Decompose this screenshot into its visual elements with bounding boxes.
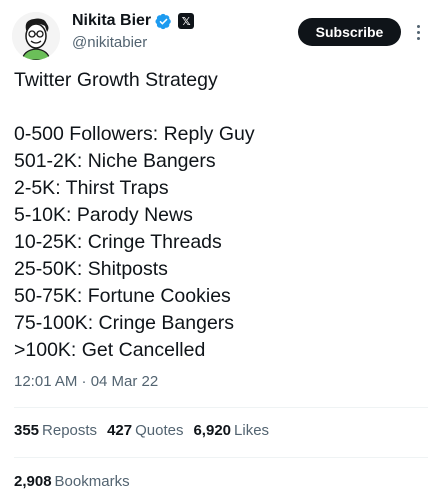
tweet-line: 0-500 Followers: Reply Guy (14, 123, 255, 145)
engagement-stats: 355 Reposts 427 Quotes 6,920 Likes (14, 422, 269, 439)
divider (14, 457, 428, 458)
author-name-row: Nikita Bier 𝕏 (72, 12, 195, 30)
likes-count: 6,920 (193, 422, 232, 439)
likes-stat[interactable]: 6,920 Likes (193, 422, 269, 439)
tweet-timestamp[interactable]: 12:01 AM · 04 Mar 22 (14, 373, 158, 390)
x-affiliate-icon: 𝕏 (178, 13, 195, 29)
quotes-label: Quotes (135, 422, 184, 439)
tweet-line: 501-2K: Niche Bangers (14, 150, 216, 172)
divider (14, 407, 428, 408)
subscribe-button[interactable]: Subscribe (298, 18, 401, 46)
bookmarks-stat[interactable]: 2,908 Bookmarks (14, 473, 130, 490)
tweet-header: Nikita Bier 𝕏 @nikitabier Subscribe (0, 0, 442, 60)
quotes-count: 427 (107, 422, 133, 439)
tweet-line: 5-10K: Parody News (14, 204, 193, 226)
author-handle[interactable]: @nikitabier (72, 34, 147, 51)
author-display-name[interactable]: Nikita Bier (72, 12, 151, 30)
tweet-title-line: Twitter Growth Strategy (14, 69, 218, 91)
verified-badge-icon[interactable] (155, 13, 172, 30)
likes-label: Likes (234, 422, 270, 439)
tweet-line: 75-100K: Cringe Bangers (14, 312, 235, 334)
reposts-count: 355 (14, 422, 40, 439)
tweet-line: 50-75K: Fortune Cookies (14, 285, 231, 307)
more-options-icon[interactable] (410, 20, 426, 44)
tweet-line: 2-5K: Thirst Traps (14, 177, 169, 199)
quotes-stat[interactable]: 427 Quotes (107, 422, 183, 439)
tweet-line: 25-50K: Shitposts (14, 258, 168, 280)
avatar[interactable] (12, 12, 60, 60)
tweet-text: Twitter Growth Strategy 0-500 Followers:… (14, 67, 434, 364)
avatar-illustration (12, 12, 60, 60)
bookmarks-label: Bookmarks (54, 473, 130, 490)
reposts-label: Reposts (42, 422, 98, 439)
bookmarks-count: 2,908 (14, 473, 52, 490)
tweet-line: >100K: Get Cancelled (14, 339, 206, 361)
reposts-stat[interactable]: 355 Reposts (14, 422, 97, 439)
tweet-line: 10-25K: Cringe Threads (14, 231, 222, 253)
